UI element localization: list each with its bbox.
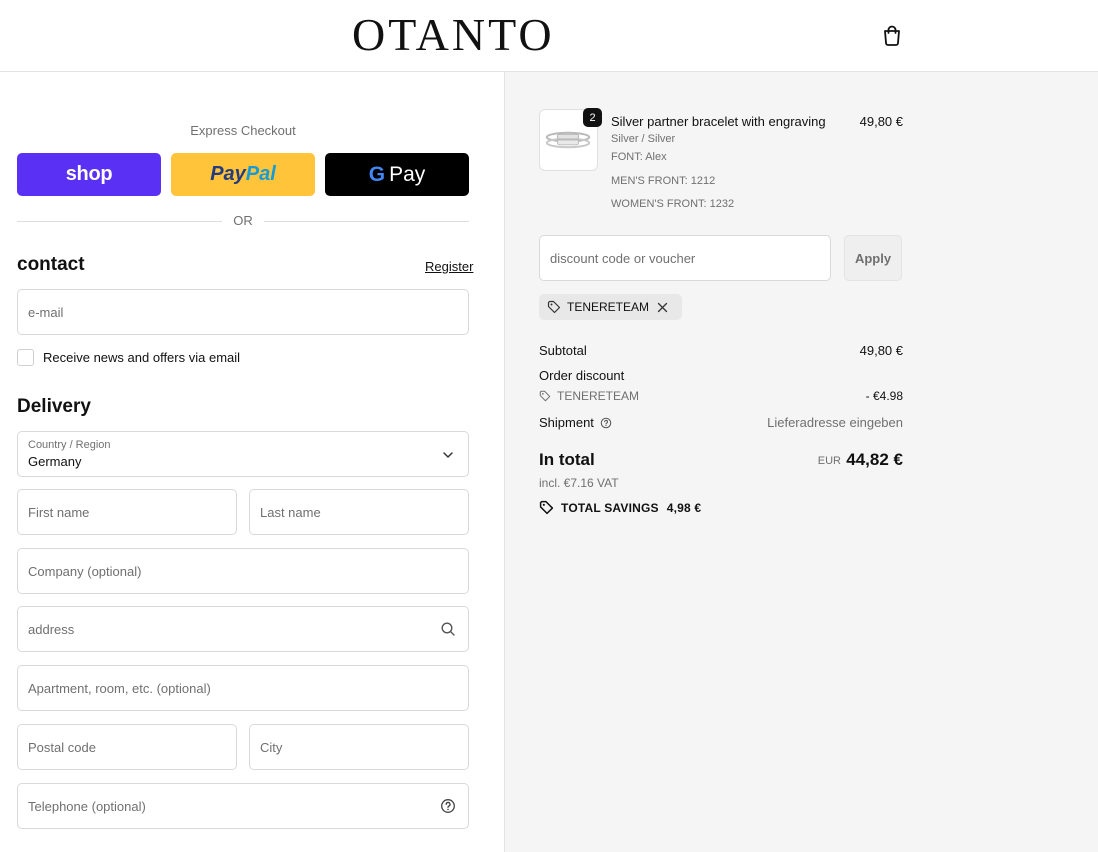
city-field[interactable]: City xyxy=(249,724,469,770)
paypal-logo-part1: Pay xyxy=(210,163,246,185)
shop-pay-logo: shop xyxy=(65,163,113,185)
contact-heading: contact xyxy=(17,254,85,275)
order-discount-label: Order discount xyxy=(539,368,625,383)
postal-code-field[interactable]: Postal code xyxy=(17,724,237,770)
telephone-placeholder: Telephone (optional) xyxy=(28,799,146,814)
delivery-heading: Delivery xyxy=(17,396,91,417)
company-placeholder: Company (optional) xyxy=(28,564,142,579)
discount-code-input[interactable]: discount code or voucher xyxy=(539,235,831,281)
help-circle-icon[interactable] xyxy=(600,417,612,429)
total-value: 44,82 € xyxy=(846,450,903,469)
total-savings: TOTAL SAVINGS 4,98 € xyxy=(539,500,701,515)
total-currency: EUR xyxy=(817,455,841,467)
country-value: Germany xyxy=(28,454,82,469)
product-price: 49,80 € xyxy=(859,114,903,129)
apartment-field[interactable]: Apartment, room, etc. (optional) xyxy=(17,665,469,711)
checkout-form-panel: Express Checkout shop Pay Pal G Pay OR con… xyxy=(0,72,505,852)
divider-line xyxy=(17,221,222,222)
discount-amount: - €4.98 xyxy=(865,389,903,403)
newsletter-label: Receive news and offers via email xyxy=(43,349,241,365)
newsletter-checkbox[interactable] xyxy=(17,348,34,366)
company-field[interactable]: Company (optional) xyxy=(17,548,469,594)
paypal-button[interactable]: Pay Pal xyxy=(171,153,315,196)
discount-code-row: TENERETEAM xyxy=(539,389,639,403)
email-placeholder: e-mail xyxy=(28,305,64,320)
quantity-badge: 2 xyxy=(583,108,602,127)
chevron-down-icon xyxy=(443,452,453,458)
close-icon xyxy=(657,302,668,312)
express-checkout-label: Express Checkout xyxy=(190,123,296,138)
store-logo[interactable]: OTANTO xyxy=(352,10,555,60)
product-womens-engraving: WOMEN'S FRONT: 1232 xyxy=(611,198,735,210)
product-font: FONT: Alex xyxy=(611,151,667,163)
email-field[interactable]: e-mail xyxy=(17,289,469,335)
postal-code-placeholder: Postal code xyxy=(28,740,96,755)
site-header: OTANTO xyxy=(0,0,1098,72)
telephone-field[interactable]: Telephone (optional) xyxy=(17,783,469,829)
apartment-placeholder: Apartment, room, etc. (optional) xyxy=(28,681,211,696)
shipment-row: Shipment xyxy=(539,415,612,430)
summary-discount-code: TENERETEAM xyxy=(557,389,640,403)
discount-placeholder: discount code or voucher xyxy=(550,251,696,266)
city-placeholder: City xyxy=(260,740,283,755)
last-name-field[interactable]: Last name xyxy=(249,489,469,535)
subtotal-label: Subtotal xyxy=(539,343,587,358)
first-name-field[interactable]: First name xyxy=(17,489,237,535)
shipment-label: Shipment xyxy=(539,415,594,430)
total-label: In total xyxy=(539,450,595,469)
subtotal-value: 49,80 € xyxy=(859,343,903,358)
google-g-icon: G xyxy=(368,162,386,186)
product-mens-engraving: MEN'S FRONT: 1212 xyxy=(611,175,716,187)
or-divider: OR xyxy=(17,213,469,229)
or-label: OR xyxy=(233,213,253,228)
shopping-bag-icon[interactable] xyxy=(881,24,903,46)
product-variant: Silver / Silver xyxy=(611,133,676,145)
country-select[interactable]: Country / Region Germany xyxy=(17,431,469,477)
applied-discount-code: TENERETEAM xyxy=(567,300,650,314)
tag-icon xyxy=(547,300,561,314)
last-name-placeholder: Last name xyxy=(260,505,321,520)
newsletter-option[interactable]: Receive news and offers via email xyxy=(17,348,240,366)
vat-text: incl. €7.16 VAT xyxy=(539,476,619,490)
tag-icon xyxy=(539,500,554,515)
register-link[interactable]: Register xyxy=(425,259,473,274)
google-pay-label: Pay xyxy=(389,162,426,186)
savings-value: 4,98 € xyxy=(666,500,702,515)
divider-line xyxy=(264,221,469,222)
order-summary-panel: 2 Silver partner bracelet with engraving… xyxy=(505,72,1098,852)
shop-pay-button[interactable]: shop xyxy=(17,153,161,196)
country-label: Country / Region xyxy=(28,439,111,451)
shipment-value: Lieferadresse eingeben xyxy=(767,415,903,430)
paypal-logo-part2: Pal xyxy=(245,163,276,185)
search-icon xyxy=(441,622,455,636)
address-placeholder: address xyxy=(28,622,75,637)
applied-discount-chip: TENERETEAM xyxy=(539,294,683,320)
google-pay-button[interactable]: G Pay xyxy=(325,153,469,196)
first-name-placeholder: First name xyxy=(28,505,90,520)
savings-label: TOTAL SAVINGS xyxy=(561,500,659,515)
tag-icon xyxy=(539,390,551,402)
help-circle-icon[interactable] xyxy=(440,798,456,814)
product-title: Silver partner bracelet with engraving xyxy=(611,114,826,129)
remove-discount-button[interactable] xyxy=(657,302,674,313)
address-field[interactable]: address xyxy=(17,606,469,652)
apply-discount-button[interactable]: Apply xyxy=(844,235,902,281)
